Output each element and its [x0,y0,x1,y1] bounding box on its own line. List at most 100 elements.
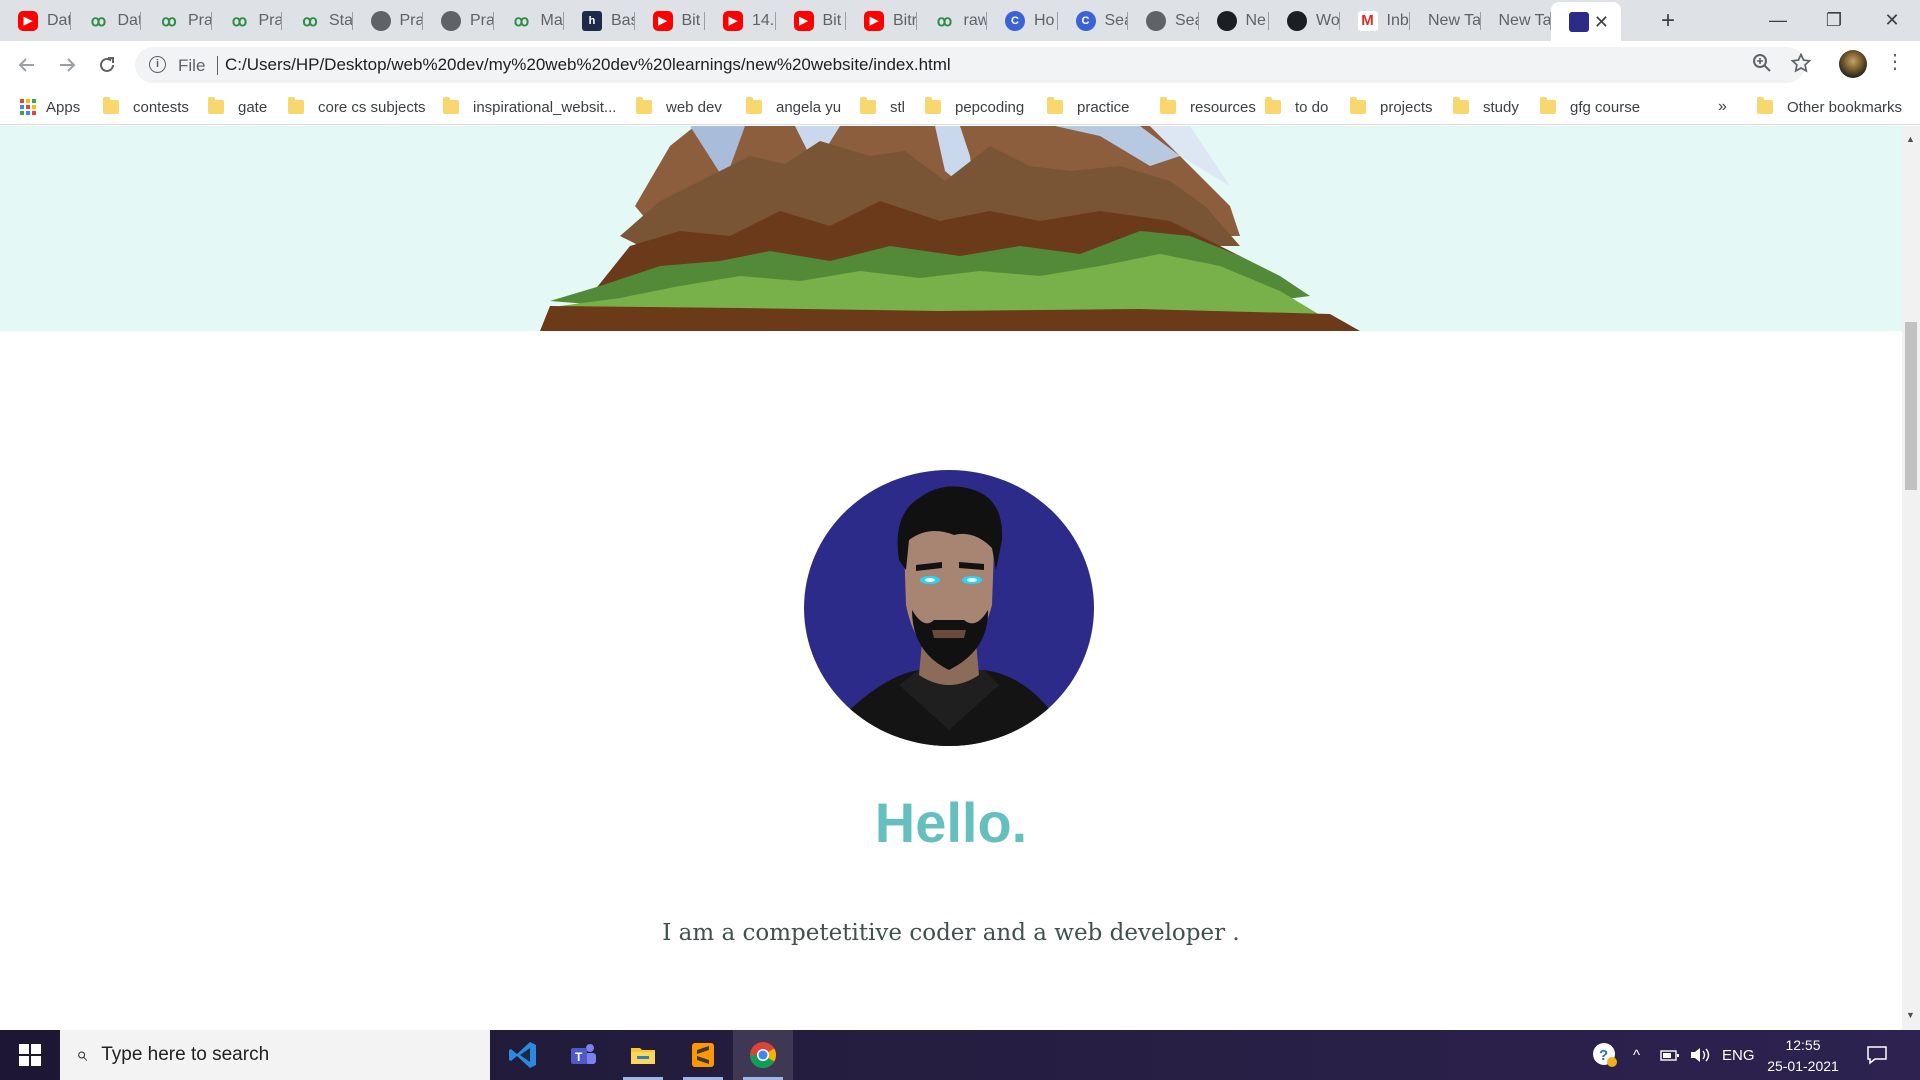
tab-title: New Ta [1428,11,1481,29]
more-menu-icon[interactable]: ⋮ [1885,49,1905,74]
bookmark-folder[interactable]: web dev [636,96,722,118]
active-browser-tab[interactable]: ✕ [1551,2,1621,41]
bookmark-folder[interactable]: gfg course [1540,96,1640,118]
close-window-icon[interactable]: ✕ [1864,0,1920,41]
zoom-icon[interactable] [1752,53,1772,79]
chrome-icon[interactable] [733,1030,793,1080]
site-favicon-icon [1569,11,1589,32]
bookmarks-overflow-button[interactable]: » [1718,96,1727,118]
apps-shortcut[interactable]: Apps [20,96,80,118]
teams-icon[interactable]: T [553,1030,613,1080]
bookmark-star-icon[interactable] [1790,52,1812,79]
notifications-icon[interactable] [1866,1030,1888,1080]
browser-tab[interactable]: ▶ 14. [705,0,776,41]
new-tab-button[interactable]: + [1640,0,1696,41]
browser-tab[interactable]: Pra [423,0,494,41]
browser-tab[interactable]: Sea [1128,0,1199,41]
browser-tab[interactable]: Wo [1269,0,1340,41]
globe-icon [441,10,461,31]
tab-strip: ▶DatꝏDatꝏPraꝏPraꝏStaPraPraꝏMahBas▶Bit▶14… [0,0,1920,41]
youtube-icon: ▶ [864,10,884,31]
bookmark-folder[interactable]: to do [1265,96,1328,118]
bookmark-folder[interactable]: projects [1350,96,1433,118]
scrollbar-thumb[interactable] [1905,322,1917,490]
folder-icon [103,97,119,114]
browser-tab[interactable]: ꝏ Dat [71,0,142,41]
page-viewport: Hello. I am a competetitive coder and a … [0,126,1902,1030]
codechef-icon: C [1005,10,1025,31]
tab-title: 14. [752,11,775,29]
taskbar-search-box[interactable]: ⌕ Type here to search [60,1030,490,1080]
browser-tab[interactable]: M Inb [1340,0,1410,41]
browser-tab[interactable]: h Bas [564,0,635,41]
browser-tab[interactable]: ꝏ Pra [141,0,212,41]
bookmark-label: web dev [666,98,722,116]
bookmark-folder[interactable]: practice [1047,96,1130,118]
tab-title: Inb [1386,11,1409,29]
restore-window-icon[interactable]: ❐ [1806,0,1862,41]
profile-avatar[interactable] [1839,50,1867,78]
tab-title: Bit [681,11,701,29]
browser-tab[interactable]: ꝏ raw [917,0,987,41]
browser-tab[interactable]: New Ta [1410,0,1481,41]
search-placeholder: Type here to search [101,1044,270,1065]
clock-time: 12:55 [1785,1037,1821,1053]
start-button[interactable] [0,1030,60,1080]
forward-button[interactable] [51,49,83,81]
info-icon[interactable]: i [149,56,166,73]
browser-tab[interactable]: New Ta [1481,0,1551,41]
folder-icon [1160,97,1176,114]
youtube-icon: ▶ [723,10,743,31]
tab-title: Sta [329,11,353,29]
bookmark-folder[interactable]: pepcoding [925,96,1024,118]
address-bar[interactable]: i File C:/Users/HP/Desktop/web%20dev/my%… [135,47,1812,83]
bookmark-folder[interactable]: study [1453,96,1519,118]
greeting-heading: Hello. [874,791,1028,854]
browser-tab[interactable]: Pra [353,0,424,41]
tab-title: Dat [117,11,142,29]
bookmark-folder[interactable]: gate [208,96,267,118]
sublime-text-icon[interactable] [673,1030,733,1080]
page-scrollbar[interactable]: ▲ ▼ [1902,126,1920,1030]
browser-tab[interactable]: ▶ Bitr [846,0,917,41]
browser-tab[interactable]: ꝏ Pra [212,0,282,41]
url-text[interactable]: C:/Users/HP/Desktop/web%20dev/my%20web%2… [225,55,951,75]
scroll-up-arrow-icon[interactable]: ▲ [1906,134,1915,144]
browser-tab[interactable]: ▶ Bit [776,0,846,41]
other-bookmarks-folder[interactable]: Other bookmarks [1757,96,1902,118]
github-icon [1287,10,1307,31]
browser-tab[interactable]: C Ho [987,0,1058,41]
browser-tab[interactable]: Ne [1199,0,1269,41]
scroll-down-arrow-icon[interactable]: ▼ [1906,1010,1915,1020]
bookmark-folder[interactable]: core cs subjects [288,96,426,118]
bookmark-folder[interactable]: inspirational_websit... [443,96,616,118]
windows-taskbar: ⌕ Type here to search T ? ^ ENG 12:55 25… [0,1030,1920,1080]
tab-title: Pra [399,11,424,29]
reload-button[interactable] [91,49,123,81]
folder-icon [636,97,652,114]
back-button[interactable] [11,49,43,81]
svg-text:?: ? [1599,1047,1608,1064]
bookmark-folder[interactable]: stl [860,96,905,118]
bookmark-label: practice [1077,98,1130,116]
close-tab-icon[interactable]: ✕ [1594,12,1609,33]
help-tray-icon[interactable]: ? [1592,1030,1618,1080]
browser-tab[interactable]: ▶ Dat [0,0,71,41]
system-clock[interactable]: 12:55 25-01-2021 [1760,1035,1846,1077]
chevron-up-icon[interactable]: ^ [1633,1030,1640,1080]
language-indicator[interactable]: ENG [1722,1030,1755,1080]
file-explorer-icon[interactable] [613,1030,673,1080]
browser-tab[interactable]: ꝏ Sta [282,0,353,41]
youtube-icon: ▶ [652,10,673,31]
vscode-icon[interactable] [493,1030,553,1080]
tab-title: Wo [1316,11,1340,29]
browser-tab[interactable]: ꝏ Ma [494,0,564,41]
minimize-window-icon[interactable]: — [1750,0,1806,41]
volume-icon[interactable] [1689,1030,1711,1080]
bookmark-folder[interactable]: contests [103,96,189,118]
bookmark-folder[interactable]: resources [1160,96,1256,118]
battery-icon[interactable] [1660,1030,1680,1080]
bookmark-folder[interactable]: angela yu [746,96,841,118]
browser-tab[interactable]: C Sea [1058,0,1128,41]
browser-tab[interactable]: ▶ Bit [635,0,705,41]
